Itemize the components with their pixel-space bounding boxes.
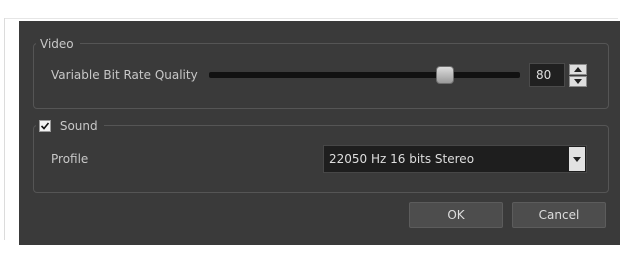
bitrate-value-text: 80	[536, 68, 552, 82]
bitrate-value-input[interactable]: 80	[529, 63, 565, 87]
triangle-down-icon	[573, 156, 581, 162]
triangle-down-icon	[574, 79, 582, 84]
cancel-button[interactable]: Cancel	[512, 202, 606, 228]
sound-enabled-checkbox[interactable]	[39, 120, 51, 132]
bitrate-decrement-button[interactable]	[569, 76, 587, 87]
triangle-up-icon	[574, 67, 582, 72]
profile-dropdown[interactable]: 22050 Hz 16 bits Stereo	[323, 145, 587, 173]
export-settings-dialog: Video Variable Bit Rate Quality 80 Sound…	[19, 21, 620, 245]
profile-dropdown-button[interactable]	[569, 147, 585, 171]
window-top-border	[4, 18, 618, 19]
profile-dropdown-value: 22050 Hz 16 bits Stereo	[329, 152, 475, 166]
bitrate-label: Variable Bit Rate Quality	[51, 68, 198, 82]
checkmark-icon	[40, 122, 50, 130]
ok-button[interactable]: OK	[409, 202, 503, 228]
bitrate-slider-track[interactable]	[209, 72, 520, 78]
video-group-title-text: Video	[40, 37, 74, 51]
profile-label: Profile	[51, 152, 89, 166]
bitrate-increment-button[interactable]	[569, 64, 587, 75]
video-group-title: Video	[36, 37, 80, 51]
window-left-border	[4, 18, 5, 240]
sound-group-title-text: Sound	[59, 119, 98, 133]
bitrate-slider-handle[interactable]	[436, 66, 455, 84]
